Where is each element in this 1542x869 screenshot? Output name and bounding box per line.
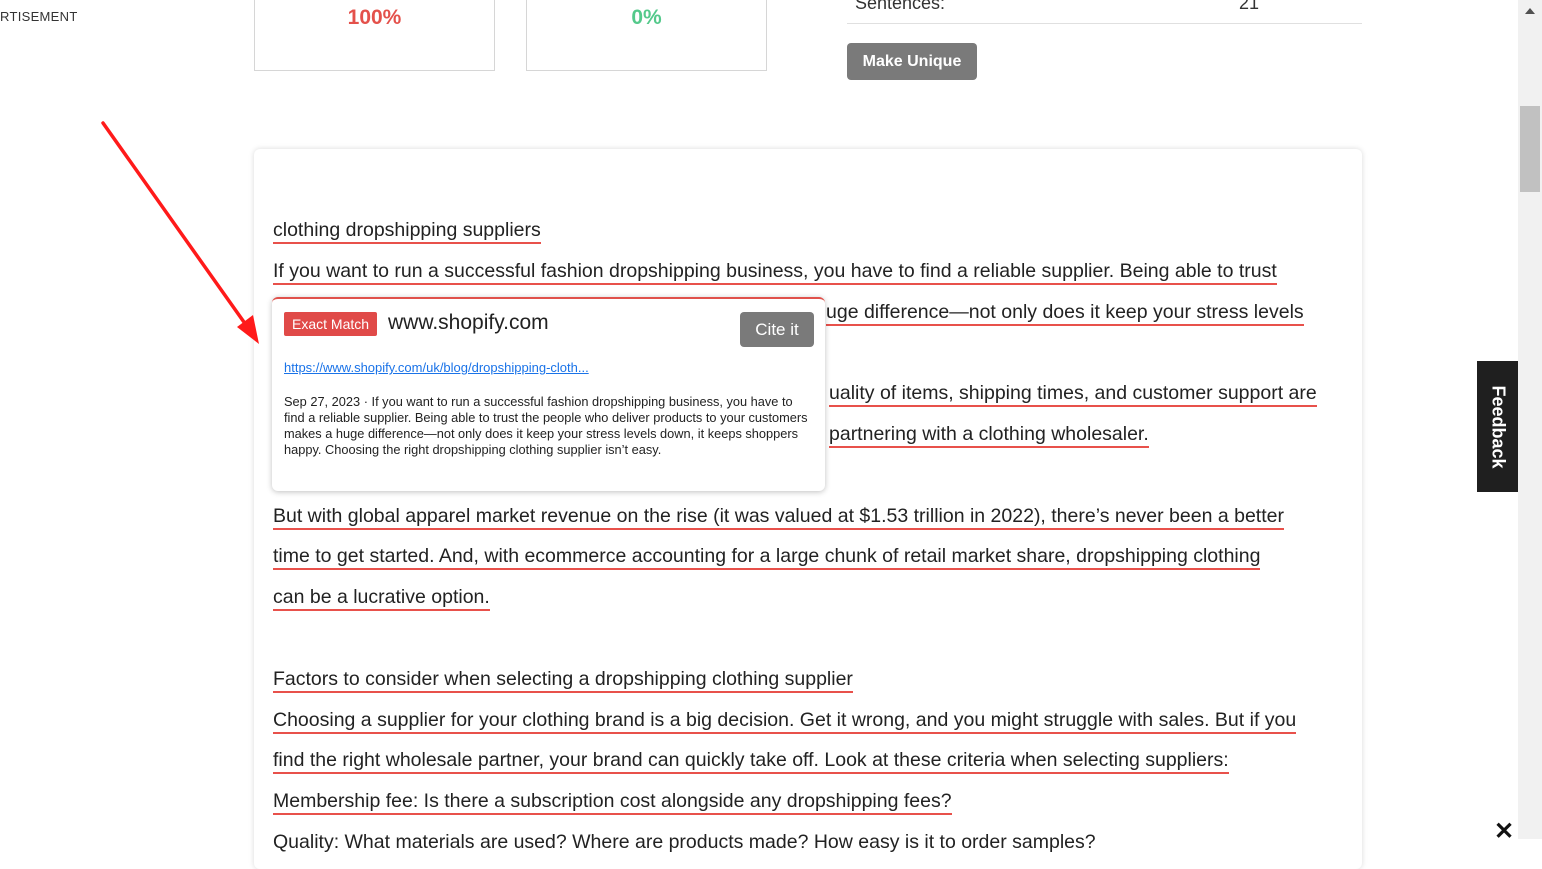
highlighted-sentence[interactable]: But with global apparel market revenue o… <box>273 504 1284 530</box>
plagiarism-percent-box: 100% <box>254 0 495 71</box>
exact-match-badge: Exact Match <box>284 312 378 336</box>
sentences-label: Sentences: <box>855 0 946 13</box>
source-snippet: Sep 27, 2023 · If you want to run a succ… <box>284 394 808 457</box>
highlighted-sentence[interactable]: clothing dropshipping suppliers <box>273 219 541 244</box>
text-sentence: Quality: What materials are used? Where … <box>273 830 1096 853</box>
unique-percent: 0% <box>631 6 662 29</box>
feedback-tab[interactable]: Feedback <box>1477 361 1518 492</box>
highlighted-sentence[interactable]: can be a lucrative option. <box>273 586 490 612</box>
unique-percent-box: 0% <box>526 0 767 71</box>
highlighted-sentence[interactable]: Factors to consider when selecting a dro… <box>273 667 853 693</box>
cite-it-button[interactable]: Cite it <box>740 312 814 347</box>
highlighted-sentence[interactable]: uge difference—not only does it keep you… <box>826 300 1304 326</box>
sentences-count: 21 <box>1239 0 1260 13</box>
highlighted-sentence[interactable]: time to get started. And, with ecommerce… <box>273 545 1261 571</box>
sentences-row: Sentences: 21 <box>847 0 1362 24</box>
highlighted-sentence[interactable]: Choosing a supplier for your clothing br… <box>273 708 1297 734</box>
feedback-label: Feedback <box>1488 384 1508 469</box>
highlighted-sentence[interactable]: partnering with a clothing wholesaler. <box>829 422 1149 448</box>
close-icon[interactable]: ✕ <box>1494 820 1514 844</box>
source-url-link[interactable]: https://www.shopify.com/uk/blog/dropship… <box>284 360 589 375</box>
source-domain: www.shopify.com <box>388 311 549 334</box>
highlighted-sentence[interactable]: find the right wholesale partner, your b… <box>273 749 1229 775</box>
highlighted-sentence[interactable]: uality of items, shipping times, and cus… <box>829 382 1317 408</box>
highlighted-sentence[interactable]: If you want to run a successful fashion … <box>273 259 1277 285</box>
highlighted-sentence[interactable]: Membership fee: Is there a subscription … <box>273 790 952 816</box>
match-source-popup: Exact Match www.shopify.com Cite it http… <box>272 297 825 491</box>
plagiarism-percent: 100% <box>347 6 402 29</box>
chevron-up-icon[interactable] <box>1525 8 1535 14</box>
page-scrollbar[interactable] <box>1518 0 1542 839</box>
advertisement-label: RTISEMENT <box>0 9 78 24</box>
make-unique-button[interactable]: Make Unique <box>847 43 977 80</box>
scrollbar-thumb[interactable] <box>1520 106 1540 192</box>
